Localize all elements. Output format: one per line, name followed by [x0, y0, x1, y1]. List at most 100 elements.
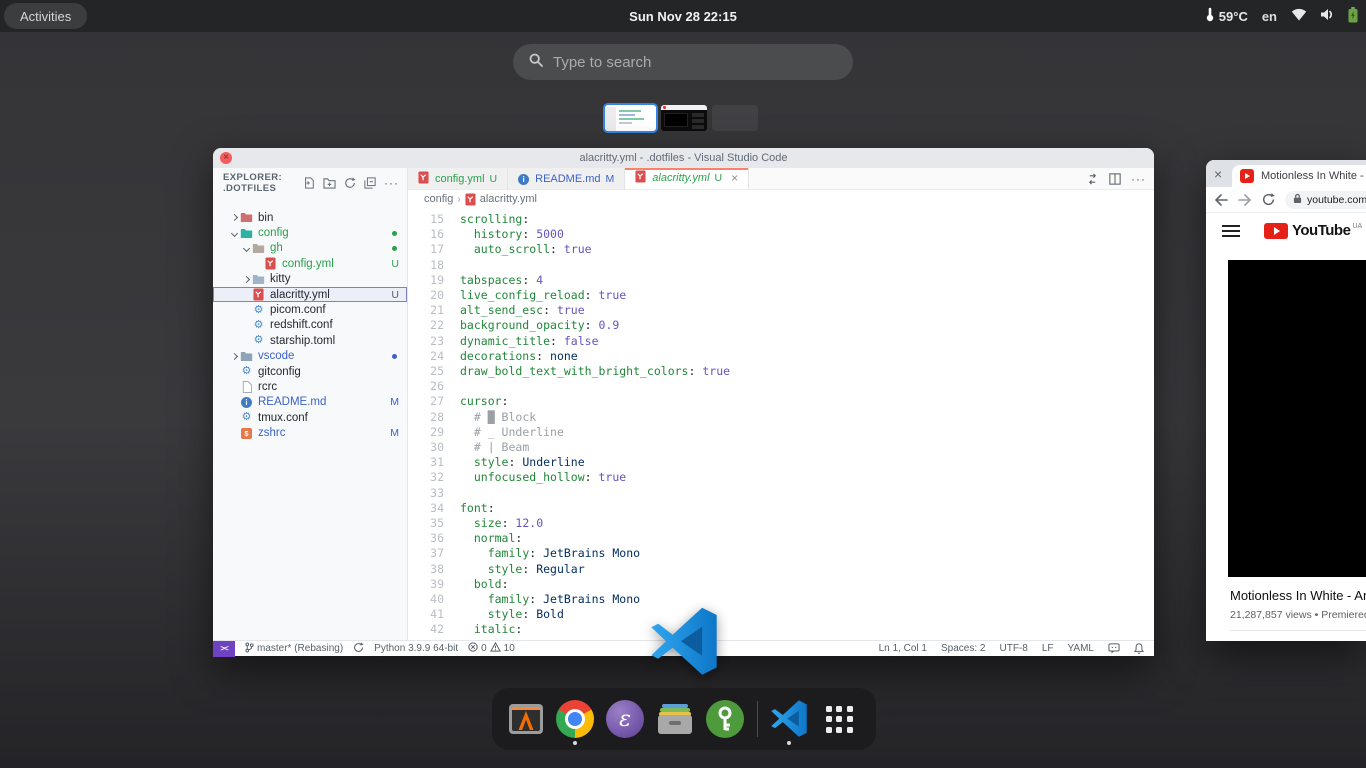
code-line: 22background_opacity: 0.9 [408, 318, 1154, 333]
youtube-logo[interactable]: YouTube UA [1264, 223, 1362, 239]
indentation-setting[interactable]: Spaces: 2 [941, 643, 985, 654]
breadcrumb-separator-icon: › [457, 194, 460, 205]
tree-item-alacritty-yml[interactable]: alacritty.ymlU [213, 287, 407, 302]
workspace-thumbnail-2[interactable] [661, 105, 707, 131]
line-number: 27 [408, 394, 444, 409]
tree-item-starship-toml[interactable]: ⚙starship.toml [213, 333, 407, 348]
dock-item-files[interactable] [656, 700, 694, 738]
editor-tab-config-yml[interactable]: config.ymlU [408, 168, 508, 189]
tree-item-tmux-conf[interactable]: ⚙tmux.conf [213, 410, 407, 425]
collapse-folders-icon[interactable] [364, 177, 376, 189]
tree-item-gh[interactable]: gh [213, 241, 407, 256]
editor-more-actions-icon[interactable]: ··· [1131, 172, 1146, 186]
git-status-badge: M [606, 173, 615, 185]
dock-item-vscode[interactable] [770, 700, 808, 738]
editor-pane: config.ymlUiREADME.mdMalacritty.ymlU× ··… [408, 168, 1154, 640]
editor-tab-alacritty-yml[interactable]: alacritty.ymlU× [625, 168, 749, 189]
back-icon[interactable] [1214, 194, 1228, 206]
forward-icon[interactable] [1238, 194, 1252, 206]
open-changes-icon[interactable] [1086, 173, 1099, 185]
gear-file-icon: ⚙ [242, 412, 252, 423]
search-input[interactable]: Type to search [513, 44, 853, 80]
dock-item-keepassxc[interactable] [706, 700, 744, 738]
new-folder-icon[interactable] [323, 177, 336, 189]
workspace-thumbnail-empty[interactable] [712, 105, 758, 131]
breadcrumb[interactable]: config › alacritty.yml [408, 190, 1154, 208]
tree-item-redshift-conf[interactable]: ⚙redshift.conf [213, 318, 407, 333]
hamburger-menu-icon[interactable] [1222, 222, 1240, 240]
sync-icon [353, 642, 364, 656]
code-line: 18 [408, 258, 1154, 273]
tab-close-icon[interactable]: × [731, 171, 738, 185]
notifications-bell-icon[interactable] [1134, 643, 1144, 654]
git-branch-status[interactable]: master* (Rebasing) [245, 642, 343, 656]
code-line: 34font: [408, 501, 1154, 516]
gear-file-icon: ⚙ [242, 366, 252, 377]
split-editor-icon[interactable] [1109, 173, 1121, 185]
breadcrumb-item[interactable]: config [424, 193, 453, 205]
code-line: 37 family: JetBrains Mono [408, 546, 1154, 561]
yaml-file-icon [265, 257, 276, 270]
remote-indicator[interactable]: >< [213, 641, 235, 657]
sync-button[interactable] [353, 642, 364, 656]
tree-item-readme-md[interactable]: iREADME.mdM [213, 395, 407, 410]
browser-tab[interactable]: Motionless In White - [1232, 165, 1366, 187]
feedback-icon[interactable] [1108, 643, 1120, 654]
tree-item-config[interactable]: config [213, 225, 407, 240]
code-line: 35 size: 12.0 [408, 516, 1154, 531]
gear-file-icon: ⚙ [254, 305, 264, 316]
dock-item-app-grid[interactable] [820, 700, 858, 738]
reload-icon[interactable] [1262, 193, 1275, 206]
dock-item-alacritty[interactable] [507, 700, 545, 738]
system-status-area[interactable] [1291, 7, 1358, 26]
editor-tab-readme-md[interactable]: iREADME.mdM [508, 168, 625, 189]
code-editor[interactable]: 15scrolling:16 history: 500017 auto_scro… [408, 208, 1154, 640]
dock-divider [757, 701, 758, 737]
activities-button[interactable]: Activities [4, 3, 87, 29]
workspace-thumbnail-active[interactable] [603, 103, 658, 133]
explorer-more-actions-icon[interactable]: ··· [384, 176, 399, 190]
search-icon [529, 53, 543, 72]
dock-item-emacs[interactable]: ε [606, 700, 644, 738]
encoding-setting[interactable]: UTF-8 [999, 643, 1027, 654]
yaml-file-icon [418, 171, 429, 184]
file-icon [242, 381, 252, 393]
tree-item-rcrc[interactable]: rcrc [213, 379, 407, 394]
git-status-badge: M [390, 396, 399, 408]
video-player[interactable] [1228, 260, 1366, 577]
tree-item-bin[interactable]: bin [213, 210, 407, 225]
code-line: 24decorations: none [408, 349, 1154, 364]
line-number: 38 [408, 562, 444, 577]
tree-item-gitconfig[interactable]: ⚙gitconfig [213, 364, 407, 379]
tab-close-icon[interactable]: × [1214, 166, 1222, 182]
vscode-titlebar[interactable]: × alacritty.yml - .dotfiles - Visual Stu… [213, 148, 1154, 168]
dock-item-chrome[interactable] [556, 700, 594, 738]
temperature-indicator[interactable]: 59°C [1205, 7, 1248, 25]
breadcrumb-item[interactable]: alacritty.yml [480, 193, 537, 205]
keyboard-layout-indicator[interactable]: en [1262, 9, 1277, 24]
gear-file-icon: ⚙ [254, 320, 264, 331]
new-file-icon[interactable] [303, 177, 315, 189]
clock[interactable]: Sun Nov 28 22:15 [629, 0, 737, 32]
running-indicator-dot [787, 741, 791, 745]
window-close-button[interactable]: × [220, 152, 232, 164]
search-placeholder: Type to search [553, 54, 651, 71]
chrome-icon [556, 700, 594, 738]
language-mode[interactable]: YAML [1068, 643, 1095, 654]
eol-setting[interactable]: LF [1042, 643, 1054, 654]
files-icon [656, 700, 694, 738]
volume-icon [1320, 8, 1335, 24]
code-line: 15scrolling: [408, 212, 1154, 227]
code-line: 21alt_send_esc: true [408, 303, 1154, 318]
tree-item-zshrc[interactable]: $zshrcM [213, 425, 407, 440]
vscode-icon [770, 700, 808, 738]
refresh-icon[interactable] [344, 177, 356, 189]
problems-indicator[interactable]: 0 10 [468, 642, 515, 655]
tree-item-picom-conf[interactable]: ⚙picom.conf [213, 302, 407, 317]
tree-item-vscode[interactable]: vscode [213, 349, 407, 364]
cursor-position[interactable]: Ln 1, Col 1 [879, 643, 927, 654]
tree-item-config-yml[interactable]: config.ymlU [213, 256, 407, 271]
python-interpreter[interactable]: Python 3.9.9 64-bit [374, 643, 458, 654]
tree-item-kitty[interactable]: kitty [213, 272, 407, 287]
address-bar[interactable]: youtube.com/wa [1285, 191, 1366, 209]
